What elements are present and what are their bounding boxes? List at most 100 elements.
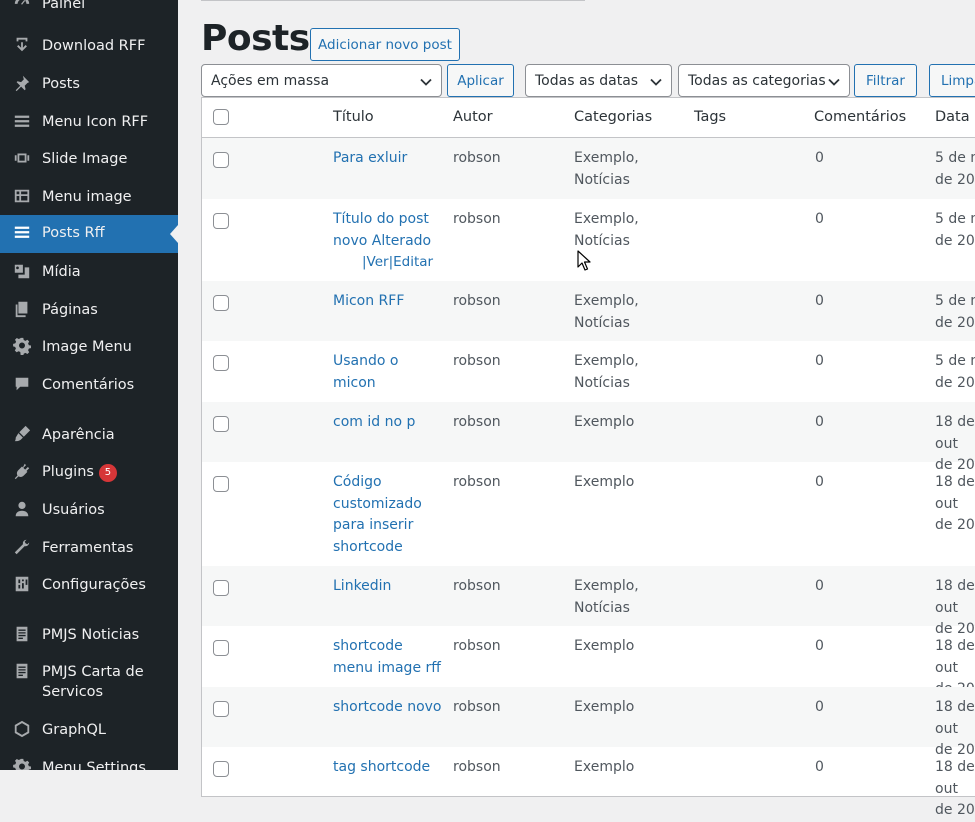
post-title-link-line[interactable]: shortcode novo	[333, 697, 441, 719]
post-date: 5 de nov de 2023	[935, 148, 975, 191]
chevron-down-icon	[419, 75, 433, 89]
post-title-link[interactable]: Usando o micon	[333, 351, 398, 394]
sidebar-item-ferramentas[interactable]: Ferramentas	[0, 530, 178, 568]
post-comments-count: 0	[815, 699, 824, 715]
row-checkbox[interactable]	[213, 213, 229, 229]
post-title-link[interactable]: Código customizado para inserir shortcode	[333, 472, 422, 558]
post-author[interactable]: robson	[453, 636, 501, 658]
table-row: Código customizado para inserir shortcode ro…	[202, 462, 975, 566]
row-checkbox[interactable]	[213, 761, 229, 777]
sidebar-item-comentarios[interactable]: Comentários	[0, 367, 178, 405]
sidebar-item-label: Slide Image	[42, 149, 127, 169]
row-checkbox[interactable]	[213, 295, 229, 311]
post-title-link-line[interactable]: Usando o	[333, 351, 398, 373]
post-author[interactable]: robson	[453, 351, 501, 373]
sidebar-item-usuarios[interactable]: Usuários	[0, 492, 178, 530]
sidebar-item-text: Mídia	[42, 264, 81, 280]
sidebar-item-text: Download RFF	[42, 38, 146, 54]
post-author[interactable]: robson	[453, 209, 501, 231]
row-checkbox[interactable]	[213, 416, 229, 432]
sidebar-item-posts-rff[interactable]: Posts Rff	[0, 215, 178, 253]
add-new-post-button[interactable]: Adicionar novo post	[310, 28, 460, 61]
sidebar-item-image-menu[interactable]: Image Menu	[0, 329, 178, 367]
clear-button[interactable]: Limpar	[929, 64, 975, 97]
update-count-badge: 5	[98, 464, 117, 482]
sidebar-item-download-rff[interactable]: Download RFF	[0, 28, 178, 66]
sidebar-item-paginas[interactable]: Páginas	[0, 292, 178, 330]
settings-icon	[12, 574, 32, 594]
table-row: tag shortcode robson Exemplo 0 18 de out de 2…	[202, 747, 975, 818]
row-actions[interactable]: |Ver|Editar	[333, 252, 433, 274]
row-checkbox[interactable]	[213, 580, 229, 596]
post-title-link[interactable]: Micon RFF	[333, 291, 404, 313]
user-icon	[12, 499, 32, 519]
sidebar-item-menu-icon-rff[interactable]: Menu Icon RFF	[0, 104, 178, 142]
post-title-link[interactable]: Para exluir	[333, 148, 407, 170]
post-author[interactable]: robson	[453, 576, 501, 598]
column-comments[interactable]: Comentários	[814, 109, 906, 125]
post-title-link-line[interactable]: menu image rff	[333, 658, 441, 680]
sidebar-item-slide-image[interactable]: Slide Image	[0, 141, 178, 179]
post-title-link[interactable]: Linkedin	[333, 576, 391, 598]
sidebar-item-painel[interactable]: Painel	[0, 0, 178, 24]
download-icon	[12, 35, 32, 55]
post-title-link-line[interactable]: micon	[333, 373, 398, 395]
mouse-cursor-icon	[577, 250, 591, 271]
post-title-link-line[interactable]: shortcode	[333, 537, 422, 559]
sidebar-item-posts[interactable]: Posts	[0, 66, 178, 104]
post-date-line: 18 de out	[935, 474, 975, 512]
categories-select[interactable]: Todas as categorias	[678, 64, 850, 97]
post-title-link-line[interactable]: Linkedin	[333, 576, 391, 598]
post-title-link[interactable]: shortcode menu image rff	[333, 636, 441, 679]
sidebar-item-configuracoes[interactable]: Configurações	[0, 567, 178, 605]
post-author[interactable]: robson	[453, 757, 501, 779]
sidebar-item-menu-settings[interactable]: Menu Settings	[0, 750, 178, 770]
row-checkbox[interactable]	[213, 355, 229, 371]
post-title-link[interactable]: Título do post novo Alterado |Ver|Editar	[333, 209, 433, 274]
row-checkbox[interactable]	[213, 701, 229, 717]
sidebar-item-plugins[interactable]: Plugins 5	[0, 454, 178, 492]
column-date[interactable]: Data	[935, 109, 970, 125]
sidebar-item-menu-image[interactable]: Menu image	[0, 179, 178, 217]
post-title-link-line[interactable]: Código	[333, 472, 422, 494]
post-date: 18 de out de 2023	[935, 472, 975, 537]
sidebar-item-text: GraphQL	[42, 722, 106, 738]
post-title-link-line[interactable]: Título do post	[333, 209, 433, 231]
filter-button[interactable]: Filtrar	[854, 64, 917, 97]
post-title-link-line[interactable]: novo Alterado	[333, 231, 433, 253]
post-author[interactable]: robson	[453, 291, 501, 313]
sidebar-item-aparencia[interactable]: Aparência	[0, 417, 178, 455]
dates-select[interactable]: Todas as datas	[525, 64, 672, 97]
sidebar-item-label: Download RFF	[42, 36, 145, 56]
post-title-link-line[interactable]: com id no p	[333, 412, 415, 434]
row-checkbox[interactable]	[213, 476, 229, 492]
bulk-actions-select[interactable]: Ações em massa	[201, 64, 442, 97]
select-all-checkbox[interactable]	[213, 109, 229, 125]
post-title-link-line[interactable]: customizado	[333, 494, 422, 516]
column-categories: Categorias	[574, 109, 653, 125]
row-checkbox[interactable]	[213, 152, 229, 168]
post-author[interactable]: robson	[453, 412, 501, 434]
post-title-link[interactable]: com id no p	[333, 412, 415, 434]
column-title[interactable]: Título	[333, 109, 374, 125]
apply-button[interactable]: Aplicar	[447, 64, 514, 97]
sidebar-item-text: Slide Image	[42, 151, 128, 167]
sidebar-item-pmjs-carta-de-servicos[interactable]: PMJS Carta de Servicos	[0, 654, 178, 714]
post-title-link-line[interactable]: shortcode	[333, 636, 441, 658]
post-author[interactable]: robson	[453, 148, 501, 170]
menu-icon	[12, 222, 32, 242]
post-author[interactable]: robson	[453, 472, 501, 494]
sidebar-item-pmjs-noticias[interactable]: PMJS Noticias	[0, 617, 178, 655]
sidebar-item-label: Posts	[42, 74, 80, 94]
row-checkbox[interactable]	[213, 640, 229, 656]
post-title-link-line[interactable]: tag shortcode	[333, 757, 430, 779]
sidebar-item-midia[interactable]: Mídia	[0, 254, 178, 292]
post-title-link[interactable]: tag shortcode	[333, 757, 430, 779]
post-title-link-line[interactable]: Para exluir	[333, 148, 407, 170]
post-title-link[interactable]: shortcode novo	[333, 697, 441, 719]
post-title-link-line[interactable]: Micon RFF	[333, 291, 404, 313]
sidebar-item-graphql[interactable]: GraphQL	[0, 712, 178, 750]
table-row: shortcode novo robson Exemplo 0 18 de out de …	[202, 687, 975, 758]
post-author[interactable]: robson	[453, 697, 501, 719]
post-title-link-line[interactable]: para inserir	[333, 515, 422, 537]
